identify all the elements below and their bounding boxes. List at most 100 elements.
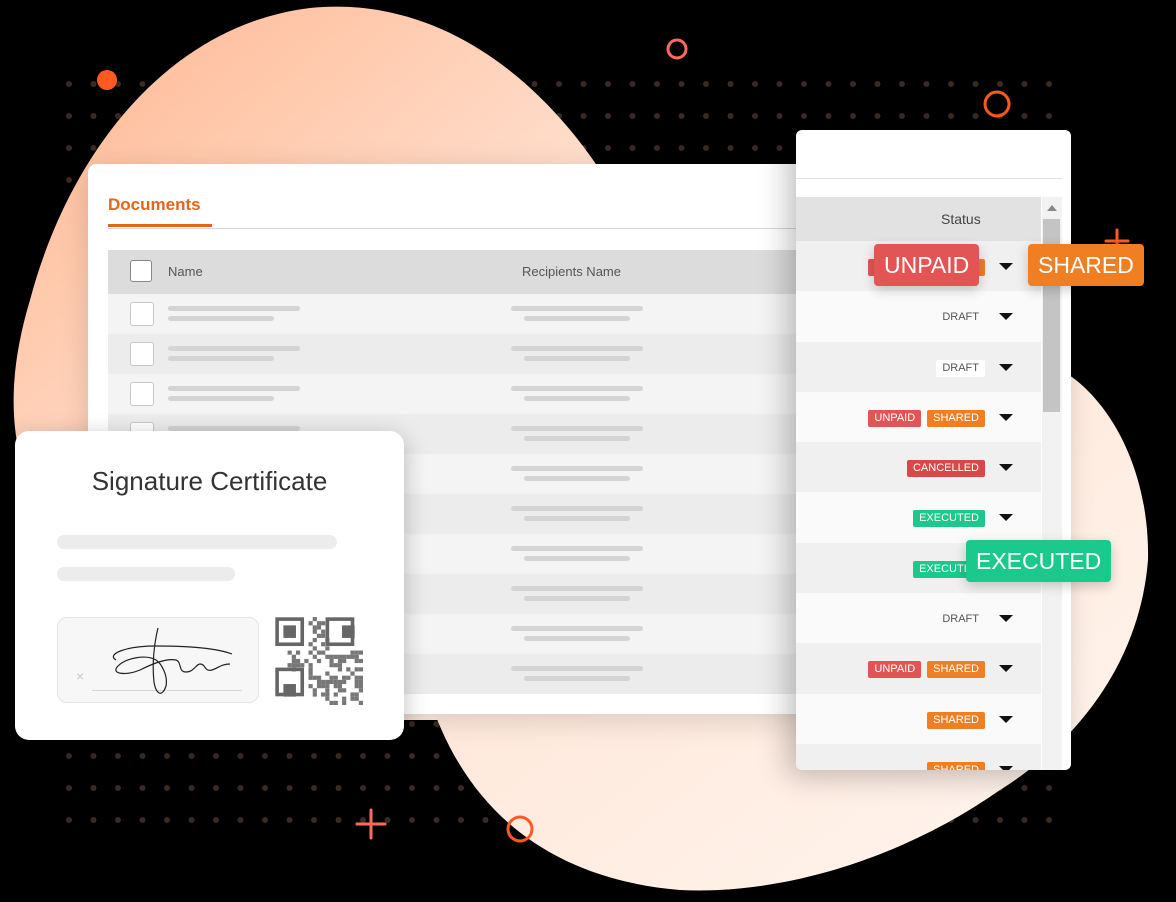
signature-certificate-card: Signature Certificate ×: [15, 431, 404, 740]
placeholder-line: [524, 596, 630, 601]
chevron-down-icon[interactable]: [999, 715, 1013, 723]
status-row[interactable]: DRAFT: [796, 291, 1041, 342]
placeholder-line: [511, 466, 643, 471]
status-header-label[interactable]: Status: [941, 211, 981, 227]
status-badge: DRAFT: [942, 613, 979, 626]
unpaid-callout-badge: UNPAID: [874, 244, 980, 286]
signature-icon: [113, 627, 233, 694]
status-badges: UNPAID SHARED: [868, 661, 985, 679]
signature-box[interactable]: ×: [57, 617, 259, 703]
placeholder-line: [511, 386, 643, 391]
status-row[interactable]: SHARED: [796, 743, 1041, 770]
placeholder-line: [511, 306, 643, 311]
row-checkbox[interactable]: [130, 382, 154, 406]
status-badge: UNPAID: [868, 661, 922, 679]
placeholder-line: [511, 586, 643, 591]
status-row[interactable]: DRAFT: [796, 593, 1041, 644]
table-header: Name Recipients Name: [108, 250, 828, 294]
placeholder-line: [57, 567, 235, 581]
chevron-down-icon[interactable]: [999, 413, 1013, 421]
placeholder-line: [168, 306, 300, 311]
ring-icon: [666, 38, 688, 60]
status-badges: DRAFT: [936, 611, 985, 628]
status-row[interactable]: UNPAID SHARED: [796, 643, 1041, 694]
chevron-down-icon[interactable]: [999, 514, 1013, 522]
chevron-down-icon[interactable]: [999, 615, 1013, 623]
placeholder-line: [511, 666, 643, 671]
placeholder-line: [511, 546, 643, 551]
status-badges: SHARED: [927, 761, 985, 770]
scroll-up-arrow-icon[interactable]: [1047, 205, 1057, 211]
chevron-down-icon[interactable]: [999, 665, 1013, 673]
status-badge: CANCELLED: [906, 460, 985, 478]
placeholder-line: [524, 396, 630, 401]
status-badges: CANCELLED: [906, 460, 985, 478]
placeholder-line: [524, 316, 630, 321]
chevron-down-icon[interactable]: [999, 313, 1013, 321]
status-row[interactable]: DRAFT: [796, 341, 1041, 392]
certificate-title: Signature Certificate: [91, 466, 328, 496]
shared-callout-badge: SHARED: [1028, 244, 1144, 286]
tab-documents[interactable]: Documents: [108, 195, 201, 215]
column-header-name[interactable]: Name: [168, 264, 203, 279]
placeholder-line: [524, 556, 630, 561]
status-badges: SHARED: [927, 711, 985, 729]
status-row[interactable]: CANCELLED: [796, 442, 1041, 493]
table-row[interactable]: [108, 294, 828, 334]
ring-icon: [983, 90, 1011, 118]
select-all-checkbox[interactable]: [130, 260, 152, 282]
divider: [108, 228, 828, 229]
placeholder-line: [168, 346, 300, 351]
placeholder-line: [168, 386, 300, 391]
placeholder-line: [511, 626, 643, 631]
executed-callout-badge: EXECUTED: [966, 540, 1112, 582]
status-badge: SHARED: [927, 761, 985, 770]
status-row[interactable]: SHARED: [796, 693, 1041, 744]
placeholder-line: [524, 636, 630, 641]
placeholder-line: [524, 436, 630, 441]
table-row[interactable]: [108, 334, 828, 374]
placeholder-line: [524, 356, 630, 361]
status-badge: SHARED: [927, 661, 985, 679]
clear-signature-icon[interactable]: ×: [76, 668, 84, 684]
status-panel: Status UNPAID SHARED DRAFT DRAFT UNPAID SHARE…: [796, 130, 1071, 770]
placeholder-line: [168, 316, 274, 321]
status-badge: DRAFT: [936, 359, 985, 377]
status-row[interactable]: EXECUTED: [796, 492, 1041, 543]
column-header-recipients[interactable]: Recipients Name: [522, 264, 621, 279]
status-badges: DRAFT: [936, 359, 985, 377]
table-row[interactable]: [108, 374, 828, 414]
status-badge: DRAFT: [942, 311, 979, 324]
orange-dot-icon: [97, 70, 117, 90]
status-badge: SHARED: [927, 711, 985, 729]
status-column-header: Status: [796, 197, 1041, 241]
status-badge: SHARED: [927, 409, 985, 427]
chevron-down-icon[interactable]: [999, 464, 1013, 472]
status-rows: UNPAID SHARED DRAFT DRAFT UNPAID SHARED CANCEL…: [796, 241, 1041, 770]
ring-icon: [506, 815, 534, 843]
status-badges: DRAFT: [936, 309, 985, 326]
plus-icon: [355, 808, 387, 840]
row-checkbox[interactable]: [130, 342, 154, 366]
chevron-down-icon[interactable]: [999, 263, 1013, 270]
placeholder-line: [524, 476, 630, 481]
status-badges: EXECUTED: [913, 510, 985, 528]
qr-code-icon: [275, 617, 363, 705]
status-badge: EXECUTED: [913, 510, 985, 528]
placeholder-line: [168, 396, 274, 401]
placeholder-line: [511, 346, 643, 351]
placeholder-line: [511, 426, 643, 431]
chevron-down-icon[interactable]: [999, 363, 1013, 371]
placeholder-line: [511, 506, 643, 511]
placeholder-line: [524, 676, 630, 681]
active-tab-indicator: [108, 224, 212, 227]
placeholder-line: [168, 356, 274, 361]
placeholder-line: [57, 535, 337, 549]
row-checkbox[interactable]: [130, 302, 154, 326]
status-badge: UNPAID: [868, 409, 922, 427]
status-row[interactable]: UNPAID SHARED: [796, 391, 1041, 443]
chevron-down-icon[interactable]: [999, 765, 1013, 770]
placeholder-line: [524, 516, 630, 521]
status-badges: UNPAID SHARED: [868, 409, 985, 427]
divider: [796, 178, 1062, 179]
